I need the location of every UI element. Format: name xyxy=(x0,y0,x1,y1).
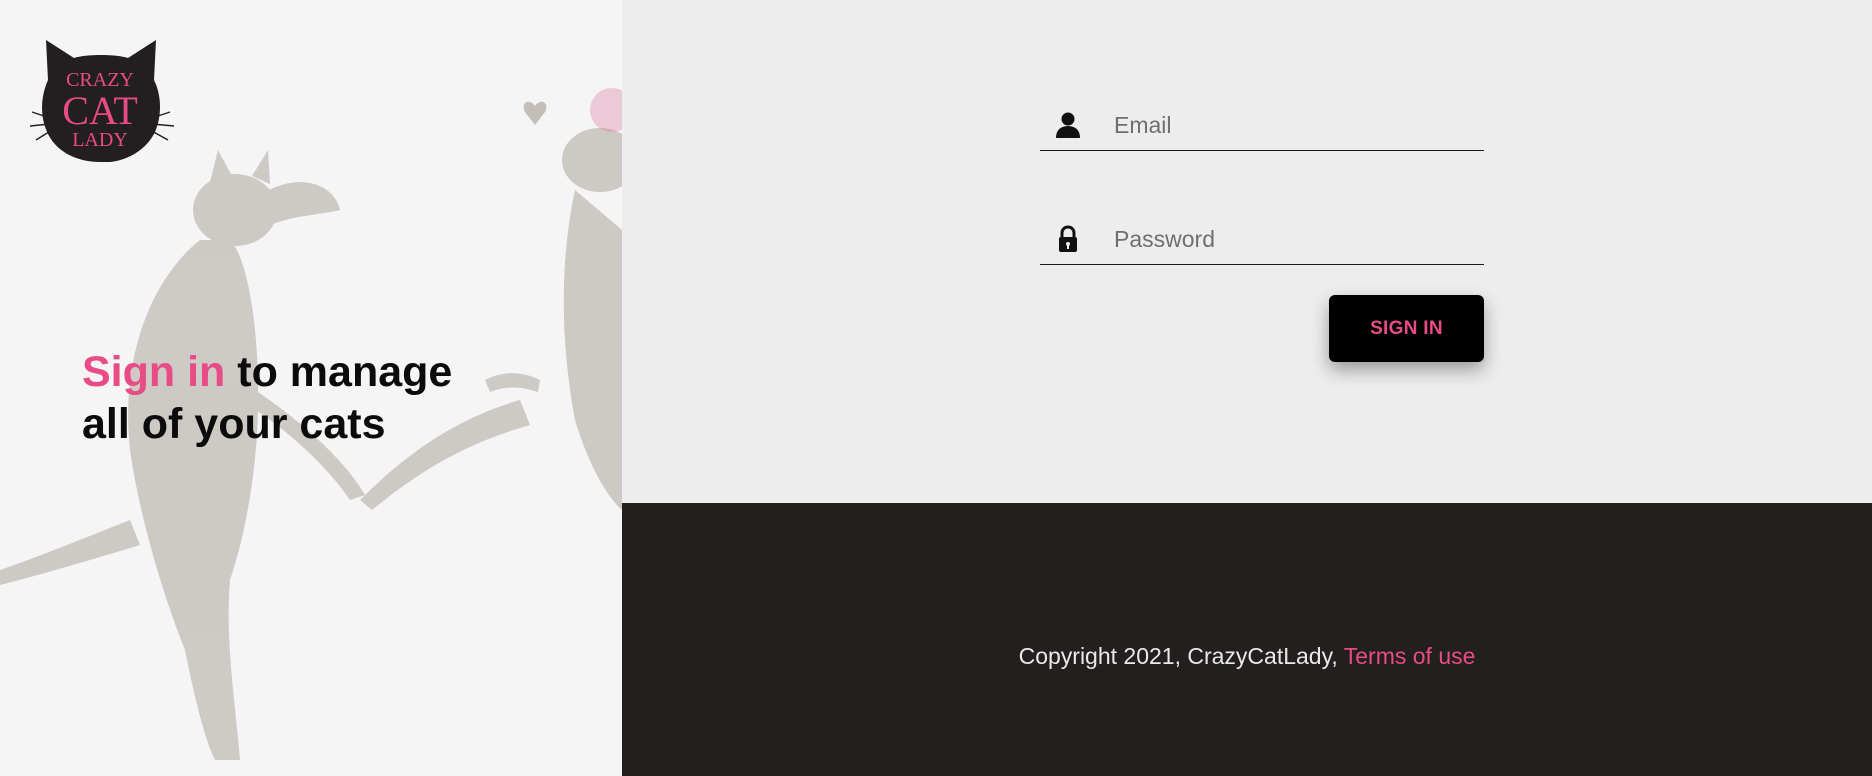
lock-icon xyxy=(1059,225,1077,252)
terms-of-use-link[interactable]: Terms of use xyxy=(1344,643,1476,669)
headline-rest: to manage xyxy=(225,348,453,396)
headline-highlight: Sign in xyxy=(82,348,226,396)
user-icon xyxy=(1056,112,1080,138)
logo-line-lady: LADY xyxy=(72,129,128,151)
password-input[interactable] xyxy=(1112,221,1476,257)
sign-in-button[interactable]: SIGN IN xyxy=(1329,295,1484,362)
crazy-cat-lady-logo[interactable]: CRAZY CAT LADY xyxy=(30,36,174,162)
copyright-text: Copyright 2021, CrazyCatLady, xyxy=(1018,643,1344,669)
footer: Copyright 2021, CrazyCatLady, Terms of u… xyxy=(622,503,1872,776)
login-panel: SIGN IN xyxy=(622,0,1872,503)
hero-headline: Sign in to manage all of your cats xyxy=(82,346,602,450)
logo-line-cat: CAT xyxy=(62,88,138,133)
footer-copyright: Copyright 2021, CrazyCatLady, Terms of u… xyxy=(622,643,1872,670)
headline-line2: all of your cats xyxy=(82,400,386,448)
email-input[interactable] xyxy=(1112,107,1476,143)
password-field-container xyxy=(1040,213,1484,265)
email-field-container xyxy=(1040,99,1484,151)
hero-panel: CRAZY CAT LADY Sign in to manage all of … xyxy=(0,0,622,776)
